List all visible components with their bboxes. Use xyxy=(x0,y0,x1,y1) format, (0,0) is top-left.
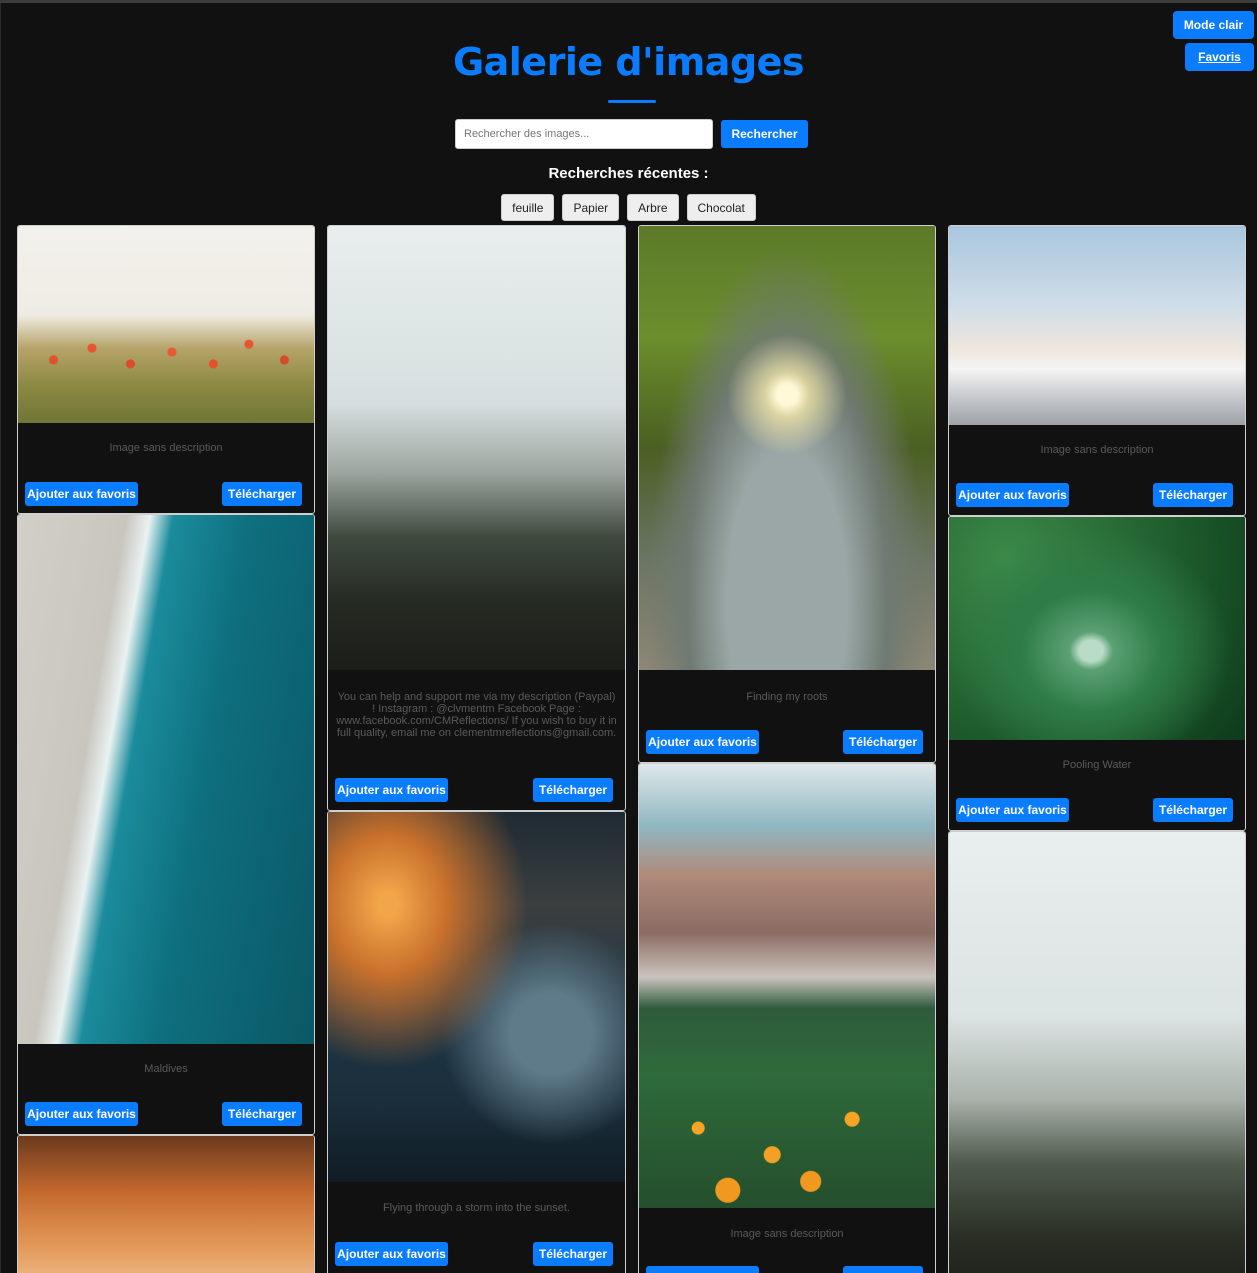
download-button[interactable]: Télécharger xyxy=(222,482,302,506)
gallery-image[interactable] xyxy=(949,832,1245,1273)
add-to-favorites-button[interactable]: Ajouter aux favoris xyxy=(646,1266,759,1273)
window-top-border xyxy=(0,0,1257,3)
gallery-image[interactable] xyxy=(949,517,1245,740)
image-card: Image sans description Ajouter aux favor… xyxy=(948,225,1246,516)
recent-searches-title: Recherches récentes : xyxy=(548,165,709,182)
image-description: Image sans description xyxy=(109,442,223,454)
download-button[interactable]: Télécharger xyxy=(1153,483,1233,507)
search-input[interactable] xyxy=(455,119,713,149)
download-button[interactable]: Télécharger xyxy=(843,1266,923,1273)
add-to-favorites-button[interactable]: Ajouter aux favoris xyxy=(956,798,1069,822)
image-description: You can help and support me via my descr… xyxy=(336,691,617,739)
gallery-image[interactable] xyxy=(949,226,1245,425)
image-card xyxy=(948,831,1246,1273)
image-card: Pooling Water Ajouter aux favoris Téléch… xyxy=(948,516,1246,831)
download-button[interactable]: Télécharger xyxy=(1153,798,1233,822)
image-card: Finding my roots Ajouter aux favoris Tél… xyxy=(638,225,936,763)
image-description: Maldives xyxy=(144,1063,188,1075)
image-card: Image sans description Ajouter aux favor… xyxy=(17,225,315,514)
add-to-favorites-button[interactable]: Ajouter aux favoris xyxy=(25,1102,138,1126)
add-to-favorites-button[interactable]: Ajouter aux favoris xyxy=(335,1242,448,1266)
page-title: Galerie d'images xyxy=(452,40,805,84)
gallery-image[interactable] xyxy=(328,812,625,1182)
gallery-image[interactable] xyxy=(18,226,314,423)
recent-search-chip[interactable]: Arbre xyxy=(627,194,679,221)
gallery-image[interactable] xyxy=(18,515,314,1044)
image-description: Finding my roots xyxy=(746,691,828,703)
image-card xyxy=(17,1135,315,1273)
image-description: Image sans description xyxy=(1040,444,1154,456)
add-to-favorites-button[interactable]: Ajouter aux favoris xyxy=(25,482,138,506)
image-description: Image sans description xyxy=(730,1228,844,1240)
add-to-favorites-button[interactable]: Ajouter aux favoris xyxy=(956,483,1069,507)
gallery-image[interactable] xyxy=(18,1136,314,1273)
gallery-image[interactable] xyxy=(639,764,935,1208)
recent-search-chip[interactable]: Chocolat xyxy=(686,194,756,221)
image-card: You can help and support me via my descr… xyxy=(327,225,626,811)
image-card: Maldives Ajouter aux favoris Télécharger xyxy=(17,514,315,1135)
image-card: Flying through a storm into the sunset. … xyxy=(327,811,626,1273)
gallery-image[interactable] xyxy=(328,226,625,670)
recent-search-chip[interactable]: feuille xyxy=(501,194,555,221)
download-button[interactable]: Télécharger xyxy=(533,778,613,802)
image-description: Pooling Water xyxy=(1062,759,1132,771)
mode-toggle-button[interactable]: Mode clair xyxy=(1173,11,1254,39)
gallery-image[interactable] xyxy=(639,226,935,670)
add-to-favorites-button[interactable]: Ajouter aux favoris xyxy=(646,730,759,754)
image-card: Image sans description Ajouter aux favor… xyxy=(638,763,936,1273)
title-underline xyxy=(608,100,656,103)
image-description: Flying through a storm into the sunset. xyxy=(382,1202,571,1214)
recent-search-chip[interactable]: Papier xyxy=(562,194,620,221)
download-button[interactable]: Télécharger xyxy=(843,730,923,754)
recent-searches-list: feuille Papier Arbre Chocolat xyxy=(0,194,1257,221)
download-button[interactable]: Télécharger xyxy=(533,1242,613,1266)
download-button[interactable]: Télécharger xyxy=(222,1102,302,1126)
search-button[interactable]: Rechercher xyxy=(721,120,808,148)
add-to-favorites-button[interactable]: Ajouter aux favoris xyxy=(335,778,448,802)
